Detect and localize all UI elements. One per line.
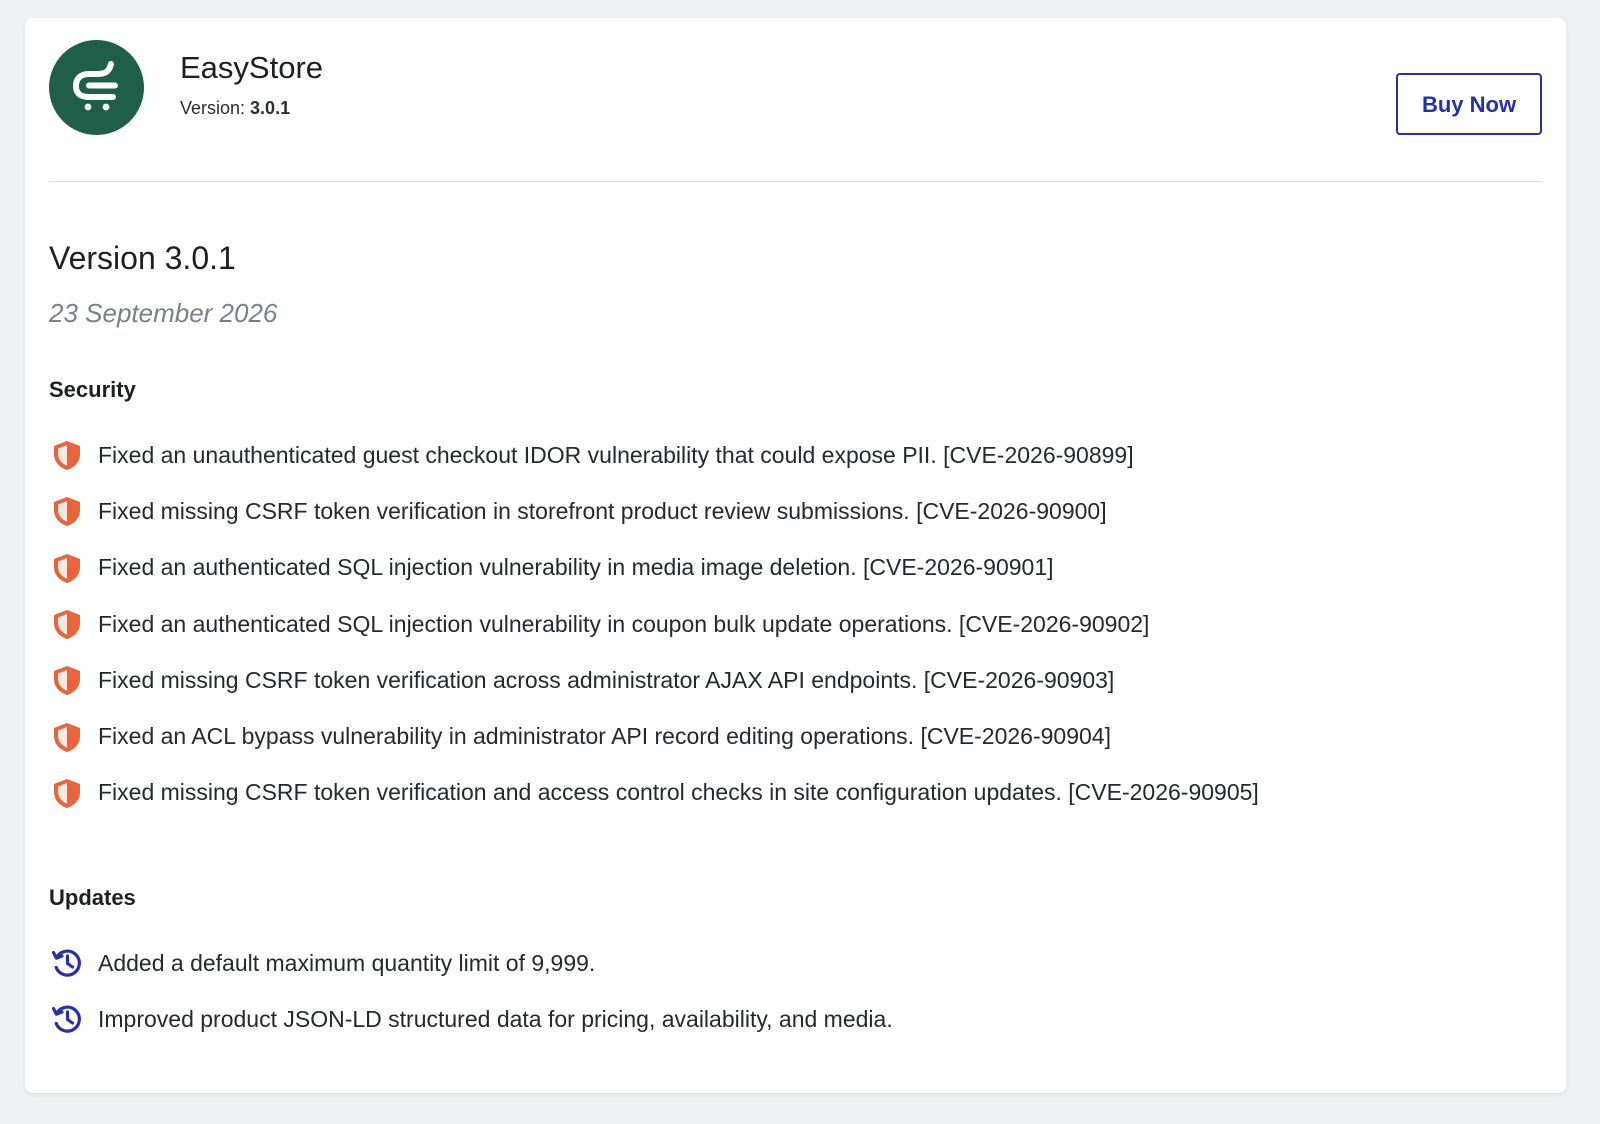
list-item: Fixed missing CSRF token verification ac… <box>49 652 1542 708</box>
list-item-text: Fixed an authenticated SQL injection vul… <box>98 554 1054 581</box>
list-item: Fixed an ACL bypass vulnerability in adm… <box>49 708 1542 764</box>
history-icon <box>49 1001 85 1037</box>
release-date: 23 September 2026 <box>49 298 278 328</box>
list-item: Fixed missing CSRF token verification an… <box>49 765 1542 821</box>
shield-icon <box>49 550 85 586</box>
list-item: Added a default maximum quantity limit o… <box>49 935 1542 991</box>
history-icon <box>49 945 85 981</box>
list-item: Fixed missing CSRF token verification in… <box>49 483 1542 539</box>
shield-icon <box>49 493 85 529</box>
header-divider <box>49 181 1542 182</box>
security-section-title: Security <box>49 377 136 402</box>
list-item: Fixed an authenticated SQL injection vul… <box>49 540 1542 596</box>
app-version: Version: 3.0.1 <box>180 98 290 119</box>
list-item-text: Fixed missing CSRF token verification ac… <box>98 666 1115 693</box>
easystore-logo <box>49 40 144 135</box>
list-item-text: Fixed an ACL bypass vulnerability in adm… <box>98 723 1111 750</box>
list-item-text: Added a default maximum quantity limit o… <box>98 949 596 976</box>
list-item: Improved product JSON-LD structured data… <box>49 991 1542 1047</box>
list-item-text: Fixed missing CSRF token verification in… <box>98 497 1107 524</box>
shield-icon <box>49 437 85 473</box>
list-item-text: Fixed an unauthenticated guest checkout … <box>98 441 1134 468</box>
version-label: Version: <box>180 98 251 118</box>
security-list: Fixed an unauthenticated guest checkout … <box>49 427 1542 821</box>
cart-logo-icon <box>72 61 118 111</box>
list-item: Fixed an unauthenticated guest checkout … <box>49 427 1542 483</box>
version-value: 3.0.1 <box>250 98 291 118</box>
list-item-text: Fixed an authenticated SQL injection vul… <box>98 610 1150 637</box>
buy-now-button[interactable]: Buy Now <box>1396 73 1542 135</box>
list-item-text: Improved product JSON-LD structured data… <box>98 1005 893 1032</box>
list-item-text: Fixed missing CSRF token verification an… <box>98 779 1259 806</box>
shield-icon <box>49 662 85 698</box>
release-title: Version 3.0.1 <box>49 240 236 276</box>
shield-icon <box>49 775 85 811</box>
app-header: EasyStore Version: 3.0.1 Buy Now <box>49 40 1542 135</box>
updates-list: Added a default maximum quantity limit o… <box>49 935 1542 1048</box>
list-item: Fixed an authenticated SQL injection vul… <box>49 596 1542 652</box>
updates-section-title: Updates <box>49 885 136 910</box>
shield-icon <box>49 606 85 642</box>
app-name: EasyStore <box>180 50 324 85</box>
changelog-card: EasyStore Version: 3.0.1 Buy Now Version… <box>25 18 1566 1093</box>
shield-icon <box>49 719 85 755</box>
